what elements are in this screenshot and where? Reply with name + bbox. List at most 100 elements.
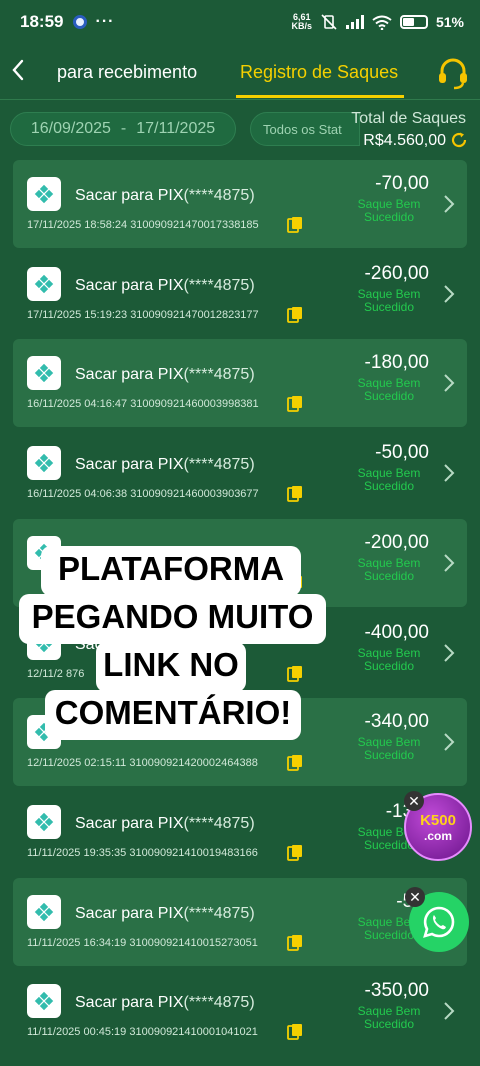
battery-icon [399, 15, 428, 29]
record-amount: -260,00 [364, 263, 429, 284]
withdrawal-record[interactable]: Sacar para PIX(****4875) 11/11/2025 16:34… [13, 878, 467, 966]
total-withdrawals-value: R$4.560,00 [363, 132, 446, 149]
chevron-right-icon[interactable] [443, 284, 455, 310]
record-title: Sacar para PIX(****4875) [75, 456, 255, 474]
record-method: Sacar para PIX [75, 456, 184, 473]
pix-logo-icon [27, 984, 61, 1018]
record-status: Saque Bem Sucedido [357, 646, 421, 673]
record-meta: 11/11/2025 19:35:35 31009092141001948316… [27, 847, 258, 859]
top-nav: para recebimento Registro de Saques [0, 44, 480, 100]
chevron-right-icon[interactable] [443, 463, 455, 489]
copy-icon[interactable] [287, 665, 303, 682]
close-whatsapp-button[interactable]: ✕ [405, 887, 425, 907]
chevron-right-icon[interactable] [443, 194, 455, 220]
network-speed-unit: KB/s [291, 21, 312, 31]
record-amount: -340,00 [364, 711, 429, 732]
status-filter-select[interactable]: Todos os Stat [250, 112, 360, 146]
record-account: (****4875) [183, 994, 255, 1011]
record-amount: -350,00 [364, 980, 429, 1001]
copy-icon[interactable] [287, 395, 303, 412]
record-transaction-id: 310090921410019483166 [129, 847, 258, 859]
status-bar: 18:59 ··· 6,61 KB/s 51% [0, 0, 480, 44]
record-method: Sacar para PIX [75, 277, 184, 294]
record-status: Saque Bem Sucedido [357, 1004, 421, 1031]
record-meta: 17/11/2025 18:58:24 31009092147001733818… [27, 219, 259, 231]
chevron-right-icon[interactable] [443, 553, 455, 579]
record-transaction-id: 310090921460003903677 [130, 488, 259, 500]
record-method: Sacar para PIX [75, 187, 184, 204]
k500-ad-line-2: .com [423, 828, 452, 843]
tab-para-recebimento[interactable]: para recebimento [57, 62, 197, 83]
network-speed: 6,61 KB/s [291, 13, 312, 31]
record-datetime: 12/11/2 [27, 668, 63, 680]
record-datetime: 17/11/2025 18:58:24 [27, 219, 128, 231]
close-ad-button[interactable]: ✕ [404, 791, 424, 811]
record-datetime: 16/11/2025 04:16:47 [27, 398, 128, 410]
record-transaction-id: 310090921410015273051 [129, 937, 258, 949]
pix-icon [33, 811, 55, 833]
copy-icon[interactable] [287, 485, 303, 502]
overlay-caption-line-1: PLATAFORMA [41, 546, 301, 596]
copy-icon[interactable] [287, 306, 303, 323]
copy-icon[interactable] [287, 934, 303, 951]
chevron-right-icon[interactable] [443, 373, 455, 399]
record-status: Saque Bem Sucedido [357, 197, 421, 224]
withdrawal-record[interactable]: Sacar para PIX(****4875) 16/11/2025 04:16… [13, 339, 467, 427]
withdrawal-record[interactable]: Sacar para PIX(****4875) 11/11/2025 00:45… [13, 967, 467, 1055]
record-datetime: 11/11/2025 00:45:19 [27, 1026, 127, 1038]
copy-icon[interactable] [287, 754, 303, 771]
pix-logo-icon [27, 177, 61, 211]
pix-icon [33, 901, 55, 923]
chevron-right-icon[interactable] [443, 643, 455, 669]
tab-registro-de-saques[interactable]: Registro de Saques [240, 62, 398, 83]
battery-level: 51% [435, 14, 464, 30]
record-datetime: 12/11/2025 02:15:11 [27, 757, 127, 769]
record-meta: 16/11/2025 04:16:47 31009092146000399838… [27, 398, 259, 410]
chevron-right-icon[interactable] [443, 732, 455, 758]
headset-icon[interactable] [436, 56, 470, 90]
wifi-icon [372, 15, 392, 30]
record-status: Saque Bem Sucedido [357, 466, 421, 493]
refresh-icon[interactable] [450, 131, 468, 149]
chevron-left-icon [12, 59, 24, 81]
record-transaction-id: 310090921470012823177 [130, 309, 259, 321]
record-title: Sacar para PIX(****4875) [75, 815, 255, 833]
record-account: (****4875) [183, 905, 255, 922]
record-title: Sacar para PIX(****4875) [75, 277, 255, 295]
record-amount: -200,00 [364, 532, 429, 553]
pix-icon [33, 990, 55, 1012]
withdrawal-record[interactable]: Sacar para PIX(****4875) 11/11/2025 19:35… [13, 788, 467, 876]
date-end: 17/11/2025 [136, 120, 216, 137]
record-transaction-id: 310090921410001041021 [129, 1026, 258, 1038]
copy-icon[interactable] [287, 844, 303, 861]
withdrawal-record[interactable]: Sacar para PIX(****4875) 17/11/2025 18:58… [13, 160, 467, 248]
chevron-right-icon[interactable] [443, 1001, 455, 1027]
record-meta: 11/11/2025 00:45:19 31009092141000104102… [27, 1026, 258, 1038]
active-tab-indicator [236, 95, 404, 98]
record-amount: -70,00 [375, 173, 429, 194]
date-range-picker[interactable]: 16/09/2025 - 17/11/2025 [10, 112, 236, 146]
overlay-caption-line-4: COMENTÁRIO! [45, 690, 301, 740]
pix-icon [33, 273, 55, 295]
withdrawal-record[interactable]: Sacar para PIX(****4875) 17/11/2025 15:19… [13, 250, 467, 338]
copy-icon[interactable] [287, 1023, 303, 1040]
date-separator: - [120, 120, 127, 137]
clock: 18:59 [20, 12, 64, 31]
record-account: (****4875) [183, 456, 255, 473]
back-button[interactable] [10, 58, 32, 86]
pix-logo-icon [27, 895, 61, 929]
record-meta: 17/11/2025 15:19:23 31009092147001282317… [27, 309, 259, 321]
record-method: Sacar para PIX [75, 905, 184, 922]
pix-logo-icon [27, 267, 61, 301]
record-title: Sacar para PIX(****4875) [75, 187, 255, 205]
total-withdrawals-label: Total de Saques [351, 110, 466, 127]
record-account: (****4875) [183, 366, 255, 383]
copy-icon[interactable] [287, 216, 303, 233]
record-amount: -400,00 [364, 622, 429, 643]
record-title: Sacar para PIX(****4875) [75, 366, 255, 384]
record-meta: 16/11/2025 04:06:38 31009092146000390367… [27, 488, 259, 500]
withdrawal-record[interactable]: Sacar para PIX(****4875) 16/11/2025 04:06… [13, 429, 467, 517]
record-method: Sacar para PIX [75, 815, 184, 832]
record-account: (****4875) [183, 187, 255, 204]
pix-icon [33, 362, 55, 384]
